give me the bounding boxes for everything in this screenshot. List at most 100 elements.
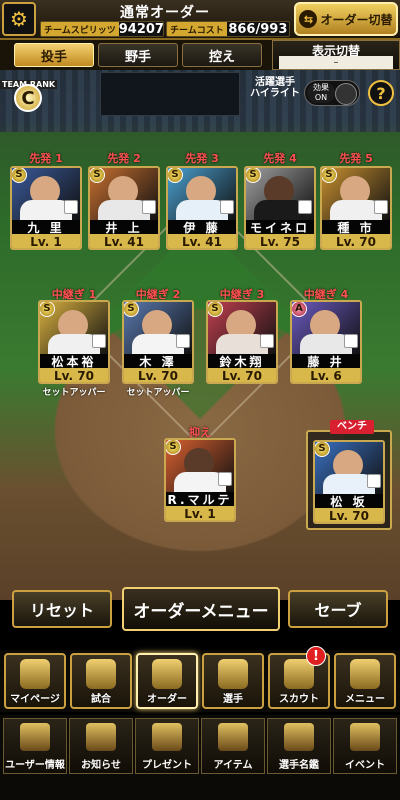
reliever-role-label: セットアッパー <box>126 388 190 398</box>
nav-label: メニュー <box>345 694 385 705</box>
subnav-present[interactable]: プレゼント <box>135 718 199 774</box>
subnav-user-info[interactable]: ユーザー情報 <box>3 718 67 774</box>
subnav-news[interactable]: お知らせ <box>69 718 133 774</box>
highlight-label-line1: 活躍選手 <box>255 77 295 88</box>
rarity-badge: A <box>292 302 307 317</box>
subnav-event[interactable]: イベント <box>333 718 397 774</box>
player-level: Lv. 1 <box>166 506 234 520</box>
tab-reserve[interactable]: 控え <box>182 43 262 67</box>
subnav-directory[interactable]: 選手名鑑 <box>267 718 331 774</box>
save-button[interactable]: セーブ <box>288 590 388 628</box>
highlight-toggle[interactable]: 効果 ON <box>304 80 360 106</box>
team-badge-icon <box>218 472 232 486</box>
player-card-bench[interactable]: S松 坂 Lv. 70 <box>313 440 385 524</box>
slot-label-starter-4: 先発 4 <box>263 152 297 165</box>
nav-label: 試合 <box>91 694 111 705</box>
team-badge-icon <box>176 334 190 348</box>
nav-menu[interactable]: メニュー <box>334 653 396 709</box>
nav-stadium[interactable]: 試合 <box>70 653 132 709</box>
player-level: Lv. 70 <box>124 368 192 382</box>
subnav-item[interactable]: アイテム <box>201 718 265 774</box>
player-card-starter-2[interactable]: S井 上 Lv. 41 <box>88 166 160 250</box>
highlight-effect-label: 効果 <box>313 83 329 92</box>
player-level: Lv. 70 <box>40 368 108 382</box>
rarity-badge: S <box>12 168 27 183</box>
team-badge-icon <box>142 200 156 214</box>
alert-badge: ! <box>306 646 326 666</box>
player-card-reliever-4[interactable]: A藤 井 Lv. 6 <box>290 300 362 384</box>
slot-label-starter-2: 先発 2 <box>107 152 141 165</box>
order-menu-button[interactable]: オーダーメニュー <box>122 587 280 631</box>
menu-icon <box>350 659 380 689</box>
player-level: Lv. 75 <box>246 234 314 248</box>
team-stats: チームスピリッツ 94207 チームコスト 866/993 <box>40 21 290 37</box>
help-icon[interactable]: ? <box>368 80 394 106</box>
nav-player[interactable]: 選手 <box>202 653 264 709</box>
team-spirit-stat: チームスピリッツ 94207 <box>40 21 164 37</box>
rarity-badge: S <box>168 168 183 183</box>
user-info-icon <box>20 723 50 751</box>
player-level: Lv. 6 <box>292 368 360 382</box>
nav-order[interactable]: オーダー <box>136 653 198 709</box>
present-icon <box>152 723 182 751</box>
header-bar: ⚙ 通常オーダー チームスピリッツ 94207 チームコスト 866/993 ⇆… <box>0 0 400 40</box>
order-icon <box>152 659 182 689</box>
player-card-starter-4[interactable]: S モイネロ Lv. 75 <box>244 166 316 250</box>
highlight-label: 活躍選手 ハイライト <box>246 77 304 99</box>
bench-label: ベンチ <box>330 420 374 434</box>
team-badge-icon <box>374 200 388 214</box>
player-level: Lv. 70 <box>315 508 383 522</box>
order-switch-button[interactable]: ⇆ オーダー切替 <box>294 2 398 36</box>
nav-label: オーダー <box>147 694 187 705</box>
player-card-reliever-1[interactable]: S 松本裕 Lv. 70 <box>38 300 110 384</box>
highlight-toggle-knob: 効果 ON <box>307 83 335 103</box>
player-level: Lv. 41 <box>90 234 158 248</box>
player-level: Lv. 41 <box>168 234 236 248</box>
nav-label: イベント <box>345 760 385 771</box>
display-toggle[interactable]: 表示切替 – <box>272 40 400 70</box>
toggle-dot <box>335 83 357 105</box>
player-card-reliever-3[interactable]: S 鈴木翔 Lv. 70 <box>206 300 278 384</box>
rarity-badge: S <box>166 440 181 455</box>
item-icon <box>218 723 248 751</box>
player-card-starter-3[interactable]: S伊 藤 Lv. 41 <box>166 166 238 250</box>
team-cost-value: 866/993 <box>228 21 288 37</box>
player-card-closer[interactable]: SR.マルティネスLv. 1 <box>164 438 236 522</box>
rarity-badge: S <box>90 168 105 183</box>
reliever-role-label: セットアッパー <box>42 388 106 398</box>
team-rank: TEAM RANK C <box>0 72 62 112</box>
nav-label: ユーザー情報 <box>5 760 65 771</box>
order-switch-label: オーダー切替 <box>320 12 393 27</box>
nav-label: 選手 <box>223 694 243 705</box>
page-title: 通常オーダー <box>120 5 210 21</box>
nav-my-page[interactable]: マイページ <box>4 653 66 709</box>
team-badge-icon <box>298 200 312 214</box>
highlight-label-line2: ハイライト <box>250 88 300 99</box>
news-icon <box>86 723 116 751</box>
player-card-starter-5[interactable]: S種 市 Lv. 70 <box>320 166 392 250</box>
team-cost-stat: チームコスト 866/993 <box>166 21 290 37</box>
team-logo-icon: ⚙ <box>2 2 36 36</box>
nav-label: 選手名鑑 <box>279 760 319 771</box>
nav-label: スカウト <box>279 694 319 705</box>
player-card-reliever-2[interactable]: S木 澤 Lv. 70 <box>122 300 194 384</box>
reset-button[interactable]: リセット <box>12 590 112 628</box>
rarity-badge: S <box>208 302 223 317</box>
tab-pitcher[interactable]: 投手 <box>14 43 94 67</box>
tab-fielder[interactable]: 野手 <box>98 43 178 67</box>
highlight-state: ON <box>314 93 328 102</box>
directory-icon <box>284 723 314 751</box>
swap-icon: ⇆ <box>299 10 318 28</box>
team-spirit-value: 94207 <box>118 21 164 37</box>
stadium-icon <box>86 659 116 689</box>
slot-label-starter-5: 先発 5 <box>339 152 373 165</box>
rarity-badge: S <box>124 302 139 317</box>
rarity-badge: S <box>322 168 337 183</box>
rarity-badge: S <box>315 442 330 457</box>
team-rank-badge: C <box>14 84 42 112</box>
player-icon <box>218 659 248 689</box>
my-page-icon <box>20 659 50 689</box>
player-level: Lv. 70 <box>322 234 390 248</box>
player-card-starter-1[interactable]: S九 里 Lv. 1 <box>10 166 82 250</box>
nav-label: マイページ <box>10 694 60 705</box>
